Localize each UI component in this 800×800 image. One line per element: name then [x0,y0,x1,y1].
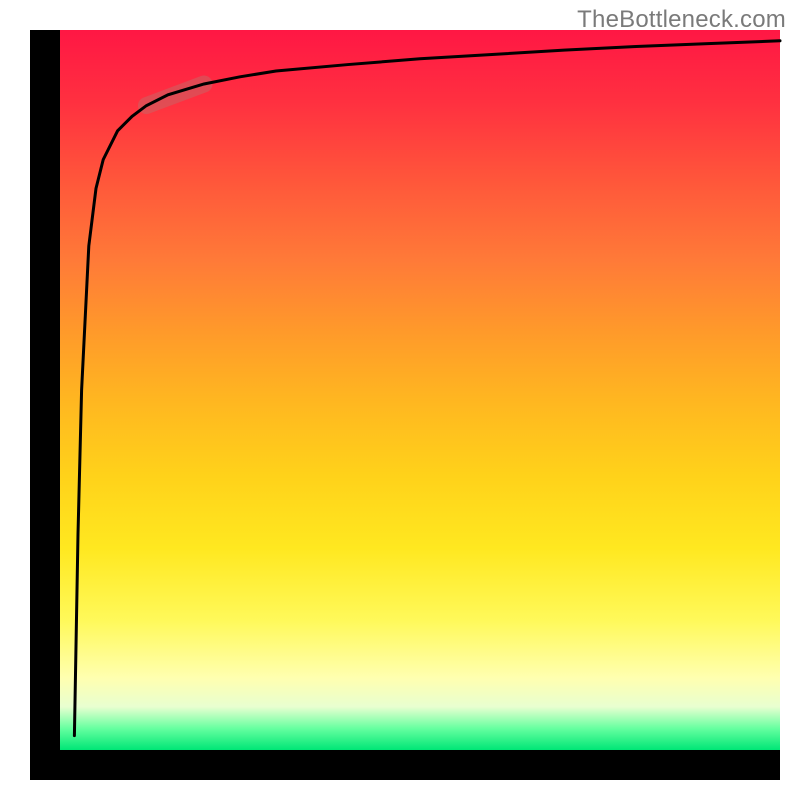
y-axis-bar [30,30,60,750]
x-axis-bar [30,750,780,780]
bottleneck-curve [74,41,780,736]
chart-svg [60,30,780,750]
